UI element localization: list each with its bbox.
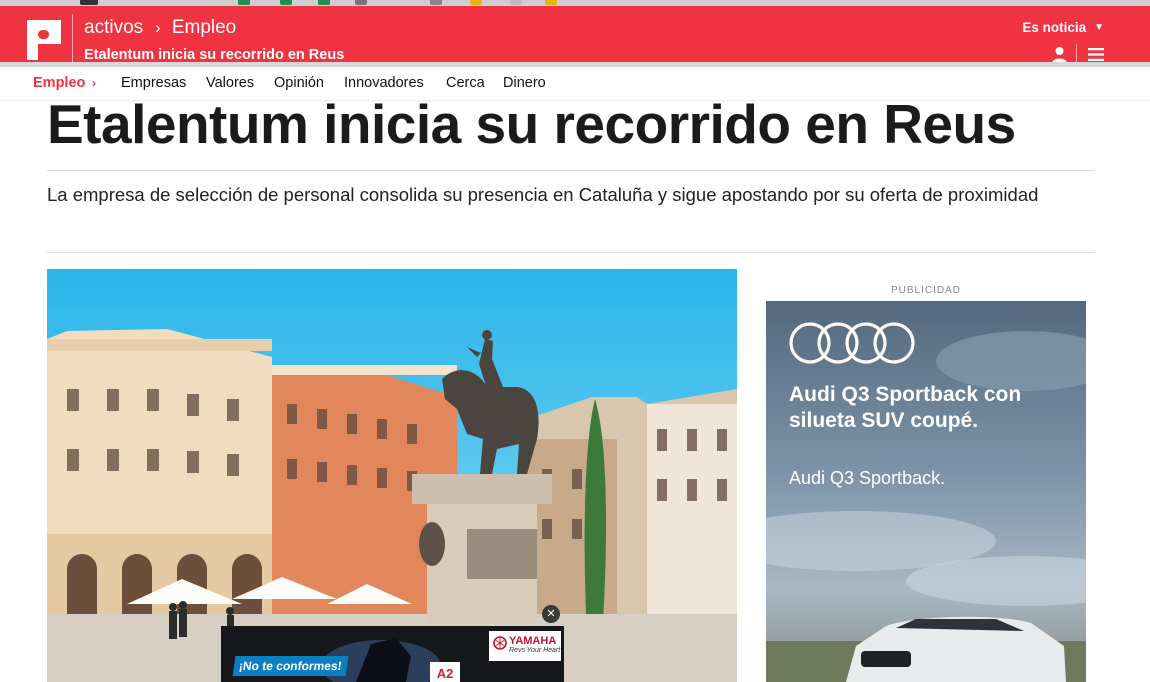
chevron-down-icon: ▼ bbox=[1094, 22, 1104, 33]
user-icon[interactable] bbox=[1051, 46, 1068, 63]
yamaha-tagline: Revs Your Heart bbox=[509, 647, 561, 654]
close-icon[interactable]: ✕ bbox=[542, 605, 560, 623]
breadcrumb: activos › Empleo bbox=[84, 17, 236, 39]
ad-headline: Audi Q3 Sportback con silueta SUV coupé. bbox=[789, 383, 1022, 432]
nav-item-innovadores[interactable]: Innovadores bbox=[344, 75, 424, 91]
nav-item-dinero[interactable]: Dinero bbox=[503, 75, 546, 91]
article-headline: Etalentum inicia su recorrido en Reus bbox=[47, 93, 1016, 155]
chevron-right-icon: › bbox=[92, 76, 96, 90]
breadcrumb-subsection[interactable]: Empleo bbox=[172, 17, 236, 39]
nav-item-empresas[interactable]: Empresas bbox=[121, 75, 186, 91]
es-noticia-dropdown[interactable]: Es noticia ▼ bbox=[1022, 20, 1104, 35]
yamaha-emblem-icon bbox=[493, 636, 507, 650]
header-article-title: Etalentum inicia su recorrido en Reus bbox=[84, 47, 345, 63]
yamaha-brand: YAMAHA bbox=[509, 635, 557, 647]
article-hero-image bbox=[47, 269, 737, 682]
nav-item-opinion[interactable]: Opinión bbox=[274, 75, 324, 91]
audi-rings-logo bbox=[789, 322, 915, 364]
es-noticia-label: Es noticia bbox=[1022, 20, 1087, 35]
logo-divider bbox=[72, 14, 73, 66]
ad-tagline: ¡No te conformes! bbox=[232, 656, 349, 676]
site-logo[interactable] bbox=[27, 20, 61, 60]
headline-divider bbox=[47, 170, 1094, 171]
yamaha-floating-ad[interactable]: ¡No te conformes! YAMAHA Revs Your Heart… bbox=[221, 626, 564, 682]
nav-item-empleo[interactable]: Empleo bbox=[33, 75, 85, 91]
article-lede: La empresa de selección de personal cons… bbox=[47, 184, 1039, 205]
nav-item-valores[interactable]: Valores bbox=[206, 75, 254, 91]
yamaha-logo: YAMAHA Revs Your Heart bbox=[489, 631, 561, 661]
ad-subheadline: Audi Q3 Sportback. bbox=[789, 468, 946, 488]
chevron-right-icon: › bbox=[155, 18, 161, 37]
audi-sidebar-ad[interactable]: Audi Q3 Sportback con silueta SUV coupé.… bbox=[766, 301, 1086, 682]
nav-item-cerca[interactable]: Cerca bbox=[446, 75, 485, 91]
top-bar: activos › Empleo Etalentum inicia su rec… bbox=[0, 6, 1150, 66]
ad-label: PUBLICIDAD bbox=[890, 285, 961, 296]
hamburger-menu-icon[interactable] bbox=[1088, 48, 1104, 61]
lede-divider bbox=[47, 252, 1094, 253]
breadcrumb-section[interactable]: activos bbox=[84, 17, 143, 39]
a2-license-badge: A2 bbox=[430, 662, 460, 682]
